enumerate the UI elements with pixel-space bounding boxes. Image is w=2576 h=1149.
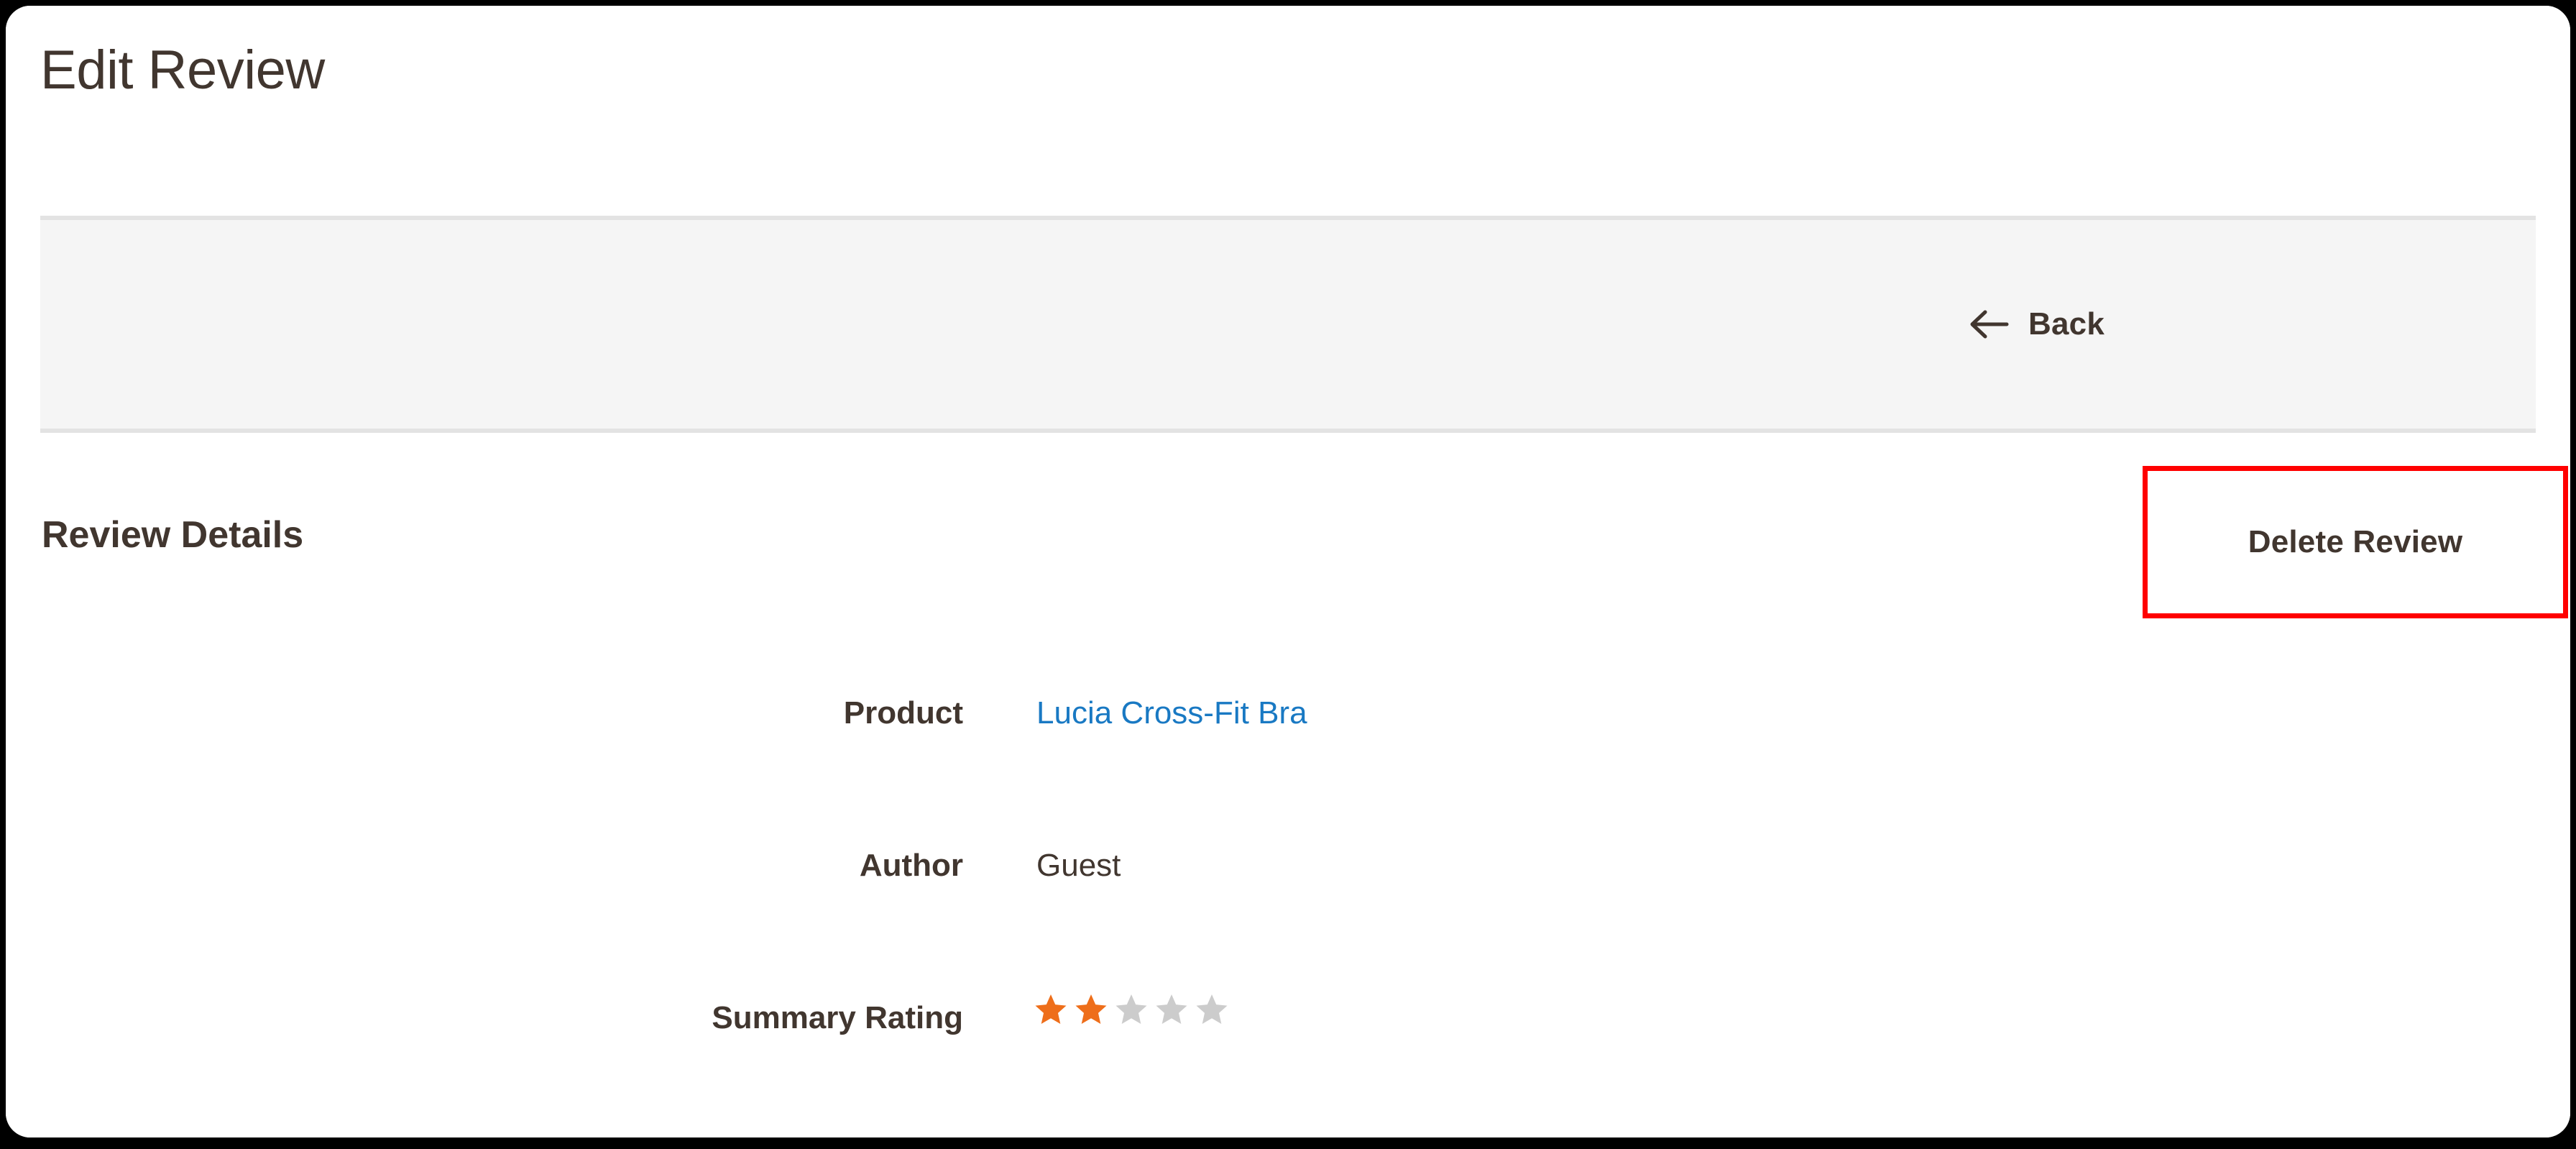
author-field-label: Author — [859, 848, 963, 883]
arrow-left-icon — [1969, 308, 2010, 341]
summary-rating-field-label: Summary Rating — [712, 1000, 963, 1035]
star-empty-icon — [1114, 992, 1149, 1027]
delete-review-button[interactable]: Delete Review — [2143, 466, 2568, 618]
field-row-summary-rating: Summary Rating — [6, 987, 2570, 1137]
star-empty-icon — [1154, 992, 1189, 1027]
star-empty-icon — [1195, 992, 1229, 1027]
page-actions-toolbar: Back Delete Review — [40, 216, 2568, 618]
back-button[interactable]: Back — [1966, 303, 2107, 345]
review-details-field-list: Product Lucia Cross-Fit Bra Author Guest… — [6, 682, 2570, 1137]
review-details-heading: Review Details — [42, 514, 304, 556]
screenshot-frame: Edit Review Back Delete Review Review De… — [6, 6, 2570, 1137]
star-filled-icon — [1074, 992, 1108, 1027]
author-value: Guest — [1036, 848, 1121, 883]
field-row-author: Author Guest — [6, 834, 2570, 987]
star-filled-icon — [1034, 992, 1068, 1027]
field-row-product: Product Lucia Cross-Fit Bra — [6, 682, 2570, 834]
edit-review-page: Edit Review Back Delete Review Review De… — [6, 6, 2570, 1137]
product-link[interactable]: Lucia Cross-Fit Bra — [1036, 695, 1307, 733]
product-field-label: Product — [843, 695, 963, 731]
page-title: Edit Review — [40, 40, 325, 101]
summary-rating-stars — [1034, 992, 1235, 1027]
back-button-label: Back — [2028, 306, 2104, 342]
